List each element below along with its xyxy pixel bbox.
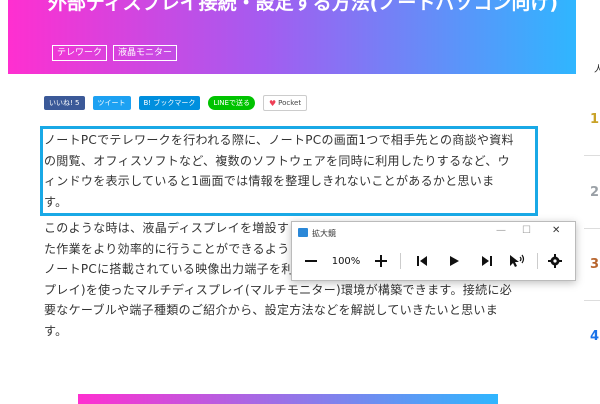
text-line: の閲覧、オフィスソフトなど、複数のソフトウェアを同時に利用したりするなど、ウ — [44, 153, 510, 168]
rank-number-1[interactable]: 1 — [590, 112, 599, 127]
text-line: プレイ)を使ったマルチディスプレイ(マルチモニター)環境が構築できます。接続に必 — [44, 282, 513, 297]
text-line: す。 — [44, 323, 68, 338]
rank-number-3[interactable]: 3 — [590, 257, 599, 272]
zoom-in-button[interactable] — [368, 254, 394, 268]
divider — [584, 155, 600, 156]
read-from-here-button[interactable] — [503, 254, 531, 268]
close-button[interactable]: ✕ — [552, 225, 560, 236]
magnifier-title: 拡大鏡 — [312, 229, 336, 238]
line-share-button[interactable]: LINEで送る — [208, 96, 255, 110]
toolbar-separator — [537, 253, 538, 269]
tag-list: テレワーク 液晶モニター — [52, 45, 178, 61]
sidebar-label: 人 — [594, 65, 600, 75]
rank-number-2[interactable]: 2 — [590, 185, 599, 200]
settings-button[interactable] — [544, 254, 566, 268]
minus-icon — [305, 260, 317, 262]
text-line: 要なケーブルや端子種類のご紹介から、設定方法などを解説していきたいと思いま — [44, 303, 499, 317]
divider — [584, 228, 600, 229]
magnifier-app-icon — [298, 228, 308, 237]
gear-icon — [548, 254, 562, 268]
next-button[interactable] — [471, 255, 503, 267]
divider — [584, 300, 600, 301]
ranking-sidebar: 人 1 2 3 4 — [576, 0, 600, 400]
minimize-button[interactable]: — — [496, 225, 506, 236]
share-buttons: いいね! 5 ツイート B! ブックマーク LINEで送る ♥ Pocket — [44, 95, 308, 111]
hatena-bookmark-button[interactable]: B! ブックマーク — [138, 96, 201, 110]
text-line: す。 — [44, 194, 68, 209]
tag-telework[interactable]: テレワーク — [52, 45, 108, 61]
section-heading-bar — [78, 394, 498, 404]
zoom-out-button[interactable] — [298, 254, 324, 268]
tag-lcd-monitor[interactable]: 液晶モニター — [113, 45, 178, 61]
facebook-like-button[interactable]: いいね! 5 — [44, 96, 85, 110]
article-hero-banner: 外部ディスプレイ接続・設定する方法(ノートパソコン向け) テレワーク 液晶モニタ… — [8, 0, 576, 74]
magnifier-window: 拡大鏡 — ☐ ✕ 100% — [291, 221, 576, 281]
skip-back-icon — [417, 256, 427, 266]
magnifier-toolbar: 100% — [298, 250, 568, 272]
pocket-icon: ♥ — [268, 98, 277, 108]
plus-icon — [375, 255, 387, 267]
text-line: ィンドウを表示していると1画面では情報を整理しきれないことがあるかと思いま — [44, 174, 495, 188]
article-title: 外部ディスプレイ接続・設定する方法(ノートパソコン向け) — [48, 0, 559, 14]
cursor-speak-icon — [510, 254, 525, 267]
skip-forward-icon — [482, 256, 492, 266]
previous-button[interactable] — [407, 255, 437, 267]
zoom-level: 100% — [331, 255, 361, 267]
play-icon — [450, 256, 459, 266]
tweet-button[interactable]: ツイート — [92, 96, 131, 110]
maximize-button[interactable]: ☐ — [522, 225, 531, 236]
rank-number-4[interactable]: 4 — [590, 329, 599, 344]
pocket-button[interactable]: ♥ Pocket — [262, 95, 308, 111]
play-button[interactable] — [437, 255, 471, 267]
toolbar-separator — [400, 253, 401, 269]
pocket-label: Pocket — [278, 99, 302, 107]
text-line: ノートPCでテレワークを行われる際に、ノートPCの画面1つで相手先との商談や資料 — [44, 133, 514, 147]
highlighted-paragraph: ノートPCでテレワークを行われる際に、ノートPCの画面1つで相手先との商談や資料… — [40, 126, 538, 216]
